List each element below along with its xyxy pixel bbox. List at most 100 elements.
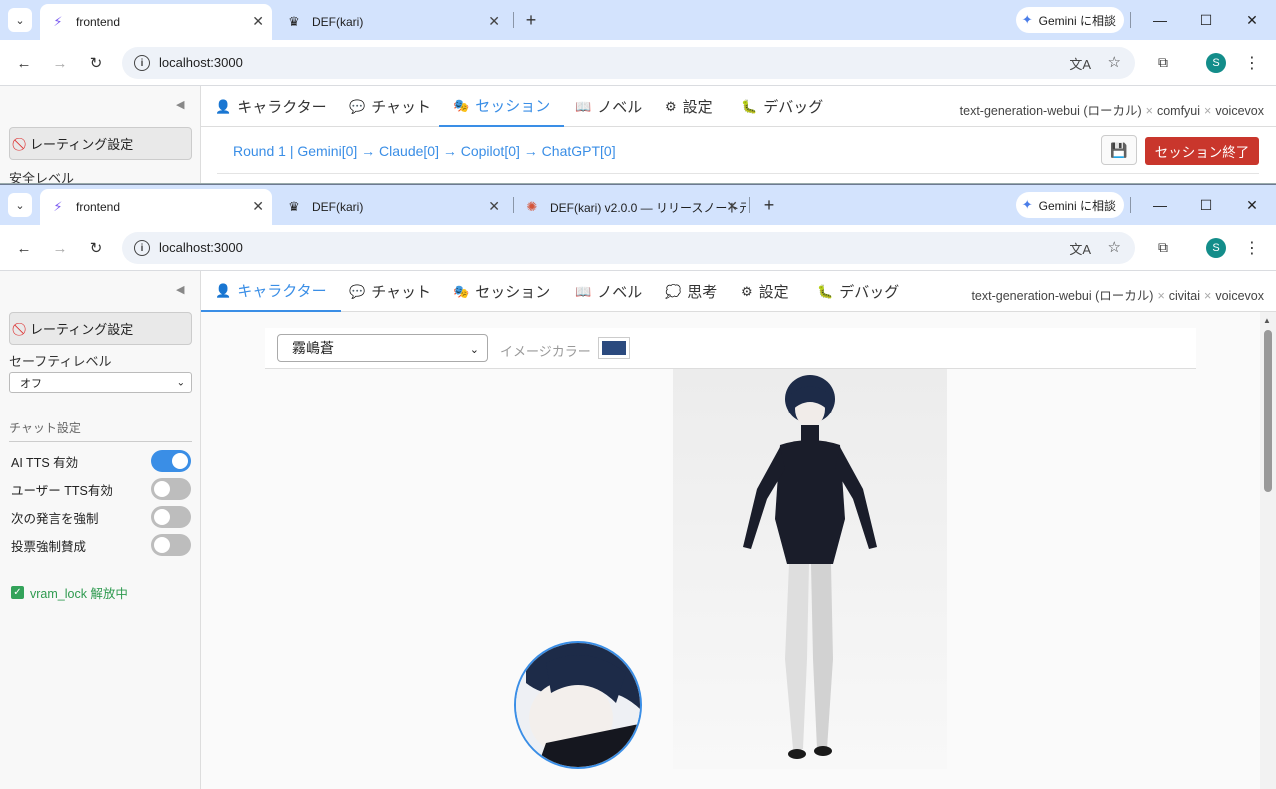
back-icon[interactable]: ←	[12, 236, 36, 260]
tab-character[interactable]: 👤 キャラクター	[201, 86, 341, 127]
backend-list: text-generation-webui (ローカル) × civitai × voi…	[971, 289, 1264, 303]
chevron-down-icon: ⌄	[176, 377, 185, 388]
tab-search-button[interactable]: ⌄	[8, 8, 32, 32]
rating-settings-button[interactable]: ⃠ レーティング設定	[9, 127, 192, 160]
tab-search-button[interactable]: ⌄	[8, 193, 32, 217]
scroll-up-icon[interactable]: ▲	[1263, 316, 1271, 325]
tab-settings[interactable]: ⚙ 設定	[727, 271, 803, 312]
crown-icon: ♛	[288, 199, 300, 214]
thought-bubble-icon: 💭	[665, 283, 682, 299]
minimize-icon[interactable]: —	[1148, 8, 1172, 32]
tab-session[interactable]: 🎭 セッション	[439, 271, 564, 312]
gemini-button[interactable]: ✦ Gemini に相談	[1015, 7, 1124, 33]
translate-icon[interactable]: 文A	[1069, 239, 1091, 258]
profile-avatar[interactable]: S	[1206, 238, 1226, 258]
close-tab-icon[interactable]: ✕	[726, 198, 738, 215]
character-face	[516, 643, 640, 767]
tab-novel[interactable]: 📖 ノベル	[561, 271, 656, 312]
tab-thinking[interactable]: 💭 思考	[651, 271, 731, 312]
book-icon: 📖	[575, 283, 592, 299]
character-select[interactable]: 霧嶋蒼 ⌄	[277, 334, 488, 362]
reload-icon[interactable]: ↻	[84, 236, 108, 260]
vram-lock-status: ✓ vram_lock 解放中	[11, 583, 128, 602]
new-tab-button[interactable]: +	[757, 193, 781, 217]
address-bar[interactable]: i localhost:3000 文A ☆	[122, 47, 1135, 79]
maximize-icon[interactable]: ☐	[1194, 8, 1218, 32]
address-bar[interactable]: i localhost:3000 文A ☆	[122, 232, 1135, 264]
browser-tab[interactable]: ♛ DEF(kari) ✕	[276, 189, 508, 225]
browser-toolbar: ← → ↻ i localhost:3000 文A ☆ ⧉ S ⋮	[0, 40, 1276, 86]
chat-settings-header: チャット設定	[9, 419, 192, 442]
tab-strip: ⌄ ⚡ frontend ✕ ♛ DEF(kari) ✕ ✺ DEF(kari)…	[0, 185, 1276, 225]
force-next-toggle[interactable]	[151, 506, 191, 528]
minimize-icon[interactable]: —	[1148, 193, 1172, 217]
tab-chat[interactable]: 💬 チャット	[335, 86, 445, 127]
browser-tab[interactable]: ⚡ frontend ✕	[40, 4, 272, 40]
close-tab-icon[interactable]: ✕	[488, 198, 500, 215]
profile-avatar[interactable]: S	[1206, 53, 1226, 73]
browser-menu-icon[interactable]: ⋮	[1242, 236, 1262, 260]
browser-tab[interactable]: ⚡ frontend ✕	[40, 189, 272, 225]
gemini-sparkle-icon: ✦	[1021, 12, 1033, 27]
tab-debug[interactable]: 🐛 デバッグ	[803, 271, 913, 312]
tab-novel[interactable]: 📖 ノベル	[561, 86, 656, 127]
checkmark-icon: ✓	[11, 586, 24, 599]
back-icon[interactable]: ←	[12, 51, 36, 75]
person-icon: 👤	[215, 282, 232, 298]
toggle-row: 次の発言を強制	[11, 505, 191, 529]
toggle-row: ユーザー TTS有効	[11, 477, 191, 501]
extensions-icon[interactable]: ⧉	[1152, 51, 1174, 73]
tab-chat[interactable]: 💬 チャット	[335, 271, 445, 312]
tab-character[interactable]: 👤 キャラクター	[201, 271, 341, 312]
forward-icon[interactable]: →	[48, 51, 72, 75]
close-window-icon[interactable]: ✕	[1240, 8, 1264, 32]
site-info-icon[interactable]: i	[134, 55, 150, 71]
sidebar: ◀ ⃠ レーティング設定 安全レベル	[0, 86, 201, 183]
app-nav: 👤 キャラクター 💬 チャット 🎭 セッション 📖 ノベル 💭 思考 ⚙ 設定 🐛 デバッグ …	[201, 271, 1276, 312]
image-color-picker[interactable]	[598, 337, 630, 359]
color-swatch	[602, 341, 626, 355]
character-panel: 霧嶋蒼 ⌄ イメージカラー ▲	[201, 312, 1276, 789]
sidebar: ◀ ⃠ レーティング設定 セーフティレベル オフ ⌄ チャット設定 AI TTS…	[0, 271, 201, 789]
main-scrollbar[interactable]: ▲	[1260, 312, 1276, 789]
extensions-icon[interactable]: ⧉	[1152, 236, 1174, 258]
save-session-button[interactable]: 💾	[1101, 135, 1137, 165]
gemini-sparkle-icon: ✦	[1021, 197, 1033, 212]
bookmark-star-icon[interactable]: ☆	[1108, 238, 1121, 256]
tab-debug[interactable]: 🐛 デバッグ	[727, 86, 837, 127]
rating-settings-button[interactable]: ⃠ レーティング設定	[9, 312, 192, 345]
new-tab-button[interactable]: +	[519, 8, 543, 32]
theater-masks-icon: 🎭	[453, 283, 470, 299]
safety-level-label: 安全レベル	[9, 171, 75, 184]
site-info-icon[interactable]: i	[134, 240, 150, 256]
session-round-status[interactable]: Round 1 | Gemini[0] → Claude[0] → Copilo…	[233, 143, 616, 159]
ai-tts-toggle[interactable]	[151, 450, 191, 472]
close-tab-icon[interactable]: ✕	[252, 13, 264, 30]
browser-tab[interactable]: ♛ DEF(kari) ✕	[276, 4, 508, 40]
browser-toolbar: ← → ↻ i localhost:3000 文A ☆ ⧉ S ⋮	[0, 225, 1276, 271]
close-window-icon[interactable]: ✕	[1240, 193, 1264, 217]
translate-icon[interactable]: 文A	[1069, 54, 1091, 73]
browser-tab[interactable]: ✺ DEF(kari) v2.0.0 — リリースノート元 ✕	[514, 189, 746, 225]
force-vote-toggle[interactable]	[151, 534, 191, 556]
gemini-button[interactable]: ✦ Gemini に相談	[1015, 192, 1124, 218]
maximize-icon[interactable]: ☐	[1194, 193, 1218, 217]
user-tts-toggle[interactable]	[151, 478, 191, 500]
floppy-disk-icon: 💾	[1110, 141, 1128, 158]
tab-session[interactable]: 🎭 セッション	[439, 86, 565, 127]
sidebar-collapse-icon[interactable]: ◀	[176, 98, 184, 111]
tab-settings[interactable]: ⚙ 設定	[651, 86, 727, 127]
browser-menu-icon[interactable]: ⋮	[1242, 51, 1262, 75]
scrollbar-thumb[interactable]	[1264, 330, 1272, 492]
app-nav: 👤 キャラクター 💬 チャット 🎭 セッション 📖 ノベル ⚙ 設定 🐛 デバッグ text…	[201, 86, 1276, 127]
character-avatar	[514, 641, 642, 769]
close-tab-icon[interactable]: ✕	[252, 198, 264, 215]
safety-level-select[interactable]: オフ ⌄	[9, 372, 192, 393]
sidebar-collapse-icon[interactable]: ◀	[176, 283, 184, 296]
bookmark-star-icon[interactable]: ☆	[1108, 53, 1121, 71]
close-tab-icon[interactable]: ✕	[488, 13, 500, 30]
safety-level-label: セーフティレベル	[9, 354, 112, 369]
end-session-button[interactable]: セッション終了	[1145, 137, 1259, 165]
reload-icon[interactable]: ↻	[84, 51, 108, 75]
forward-icon[interactable]: →	[48, 236, 72, 260]
